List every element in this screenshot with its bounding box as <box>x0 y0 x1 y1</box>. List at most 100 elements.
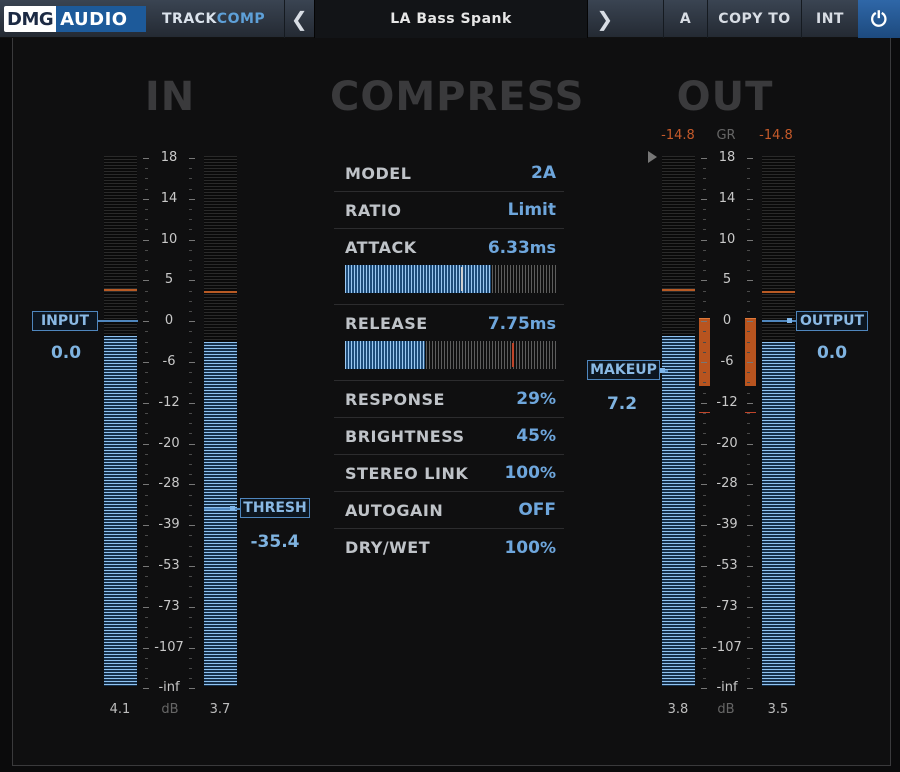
param-model[interactable]: MODEL 2A <box>334 155 564 192</box>
param-attack[interactable]: ATTACK 6.33ms <box>334 229 564 305</box>
input-scale-minor-tick <box>189 331 192 333</box>
threshold-value[interactable]: -35.4 <box>242 532 308 552</box>
input-scale-minor-tick <box>145 464 148 465</box>
param-value[interactable]: 7.75ms <box>488 314 556 334</box>
attack-slider-marker <box>461 267 464 291</box>
output-scale-minor-tick <box>747 678 750 680</box>
input-scale-minor-tick <box>145 311 148 312</box>
output-scale-tick <box>747 566 753 567</box>
param-value[interactable]: 45% <box>516 426 556 446</box>
makeup-gain-value[interactable]: 7.2 <box>592 394 652 414</box>
output-scale-minor-tick <box>747 382 750 384</box>
param-release[interactable]: RELEASE 7.75ms <box>334 305 564 381</box>
output-scale-tick <box>701 321 707 323</box>
input-scale-tick <box>143 280 149 282</box>
input-scale-tick <box>143 239 149 241</box>
output-scale-minor-tick <box>747 168 750 170</box>
output-gain-control[interactable]: OUTPUT <box>796 311 868 331</box>
output-scale-minor-tick <box>747 453 750 455</box>
input-scale-minor-tick <box>189 453 192 455</box>
input-scale-minor-tick <box>145 372 148 374</box>
output-gain-value[interactable]: 0.0 <box>802 343 862 363</box>
param-value[interactable]: Limit <box>508 200 556 220</box>
input-scale-minor-tick <box>189 311 192 312</box>
output-scale-minor-tick <box>747 545 750 547</box>
output-scale-minor-tick <box>703 535 706 537</box>
input-scale-label: 0 <box>164 313 174 329</box>
output-scale-minor-tick <box>703 331 706 333</box>
param-ratio[interactable]: RATIO Limit <box>334 192 564 229</box>
input-gain-control[interactable]: INPUT <box>32 311 98 331</box>
output-scale-tick <box>747 402 753 404</box>
param-label: RESPONSE <box>345 389 445 409</box>
input-scale-minor-tick <box>189 494 192 496</box>
input-scale-minor-tick <box>145 300 148 302</box>
input-scale-minor-tick <box>145 209 148 210</box>
input-scale-minor-tick <box>145 433 148 435</box>
input-scale-minor-tick <box>145 545 148 547</box>
param-value[interactable]: OFF <box>518 500 556 520</box>
output-scale-minor-tick <box>747 270 750 272</box>
output-scale-minor-tick <box>747 341 750 343</box>
input-scale-minor-tick <box>145 657 148 659</box>
input-scale-minor-tick <box>189 504 192 506</box>
param-value[interactable]: 100% <box>504 463 556 483</box>
output-scale-minor-tick <box>747 311 750 312</box>
output-scale-minor-tick <box>703 678 706 680</box>
param-autogain[interactable]: AUTOGAIN OFF <box>334 492 564 529</box>
attack-slider[interactable] <box>345 265 556 293</box>
output-scale-minor-tick <box>703 229 706 231</box>
param-value[interactable]: 2A <box>531 163 556 183</box>
output-scale-minor-tick <box>703 178 706 180</box>
input-scale-minor-tick <box>189 392 192 394</box>
output-scale-minor-tick <box>703 392 706 394</box>
output-scale-label: -107 <box>712 639 742 655</box>
input-scale-tick <box>143 688 149 690</box>
param-stereo-link[interactable]: STEREO LINK 100% <box>334 455 564 492</box>
input-scale-minor-tick <box>189 515 192 516</box>
compress-section-title: COMPRESS <box>330 74 585 120</box>
output-scale-tick <box>701 239 707 241</box>
preset-name-display[interactable]: LA Bass Spank <box>314 0 588 38</box>
power-button[interactable]: ⏻ <box>858 0 900 38</box>
input-scale-tick <box>189 443 195 445</box>
param-response[interactable]: RESPONSE 29% <box>334 381 564 418</box>
input-scale-label: -6 <box>162 354 176 369</box>
threshold-control[interactable]: THRESH <box>240 498 310 518</box>
input-scale-tick <box>189 362 195 363</box>
input-scale-minor-tick <box>145 351 148 353</box>
input-scale-minor-tick <box>145 331 148 333</box>
makeup-gain-control[interactable]: MAKEUP <box>587 360 660 380</box>
input-gain-value[interactable]: 0.0 <box>36 343 96 363</box>
release-slider[interactable] <box>345 341 556 369</box>
next-preset-button[interactable]: ❯ <box>588 0 622 38</box>
output-unit-label: dB <box>717 702 735 717</box>
input-scale-tick <box>143 606 149 608</box>
input-scale-minor-tick <box>189 219 192 221</box>
input-scale-tick <box>189 688 195 690</box>
param-value[interactable]: 100% <box>504 538 556 558</box>
output-scale-minor-tick <box>703 464 706 465</box>
output-scale-tick <box>747 443 753 445</box>
input-scale-minor-tick <box>145 260 148 261</box>
output-scale-label: -6 <box>720 354 734 369</box>
param-brightness[interactable]: BRIGHTNESS 45% <box>334 418 564 455</box>
param-value[interactable]: 6.33ms <box>488 238 556 258</box>
param-value[interactable]: 29% <box>516 389 556 409</box>
input-scale-minor-tick <box>145 270 148 272</box>
param-dry-wet[interactable]: DRY/WET 100% <box>334 529 564 566</box>
input-scale-minor-tick <box>189 249 192 251</box>
copy-to-button[interactable]: COPY TO <box>707 0 801 38</box>
input-scale-minor-tick <box>145 168 148 170</box>
output-scale-label: -28 <box>716 476 738 492</box>
prev-preset-button[interactable]: ❮ <box>284 0 314 38</box>
int-button[interactable]: INT <box>801 0 858 38</box>
output-scale-minor-tick <box>747 372 750 374</box>
gr-right-readout: -14.8 <box>759 128 793 143</box>
output-scale-minor-tick <box>747 209 750 210</box>
ab-compare-button[interactable]: A <box>663 0 707 38</box>
input-scale-minor-tick <box>189 382 192 384</box>
output-scale-minor-tick <box>747 188 750 190</box>
input-scale-minor-tick <box>145 494 148 496</box>
input-scale-minor-tick <box>189 535 192 537</box>
